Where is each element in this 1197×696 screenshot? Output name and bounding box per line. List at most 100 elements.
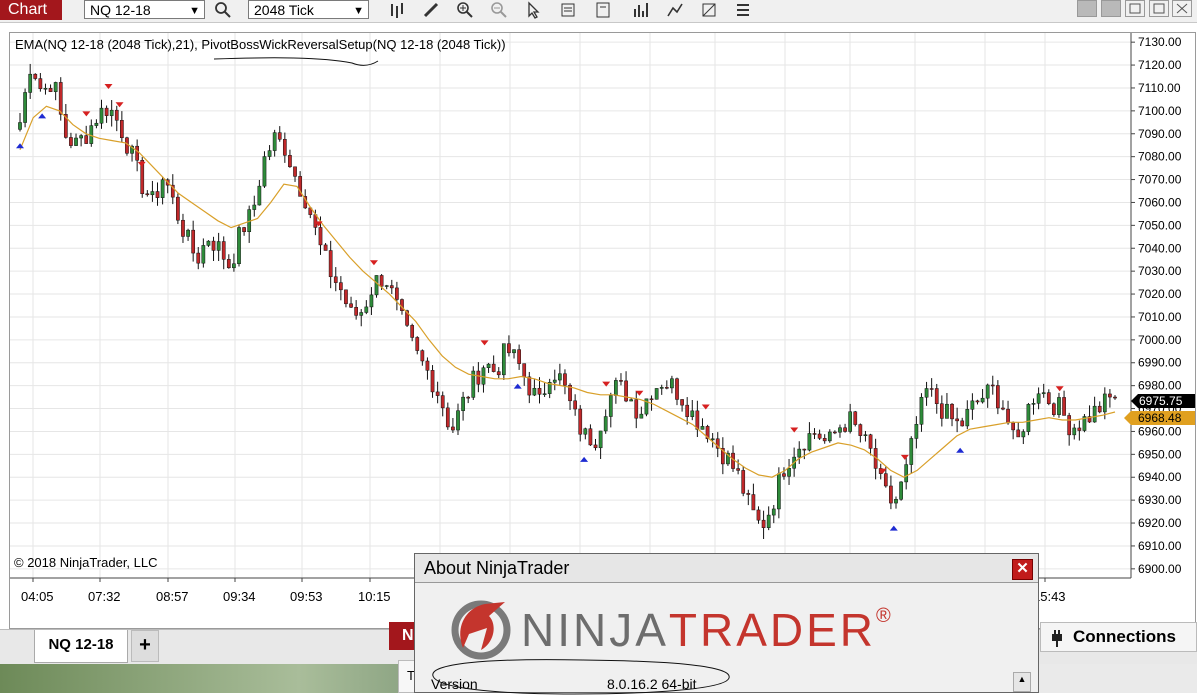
indicators-icon[interactable]	[630, 0, 652, 20]
candle-body	[583, 428, 588, 435]
add-tab-button[interactable]: +	[131, 630, 159, 662]
dialog-title: About NinjaTrader	[415, 554, 1038, 583]
candle-body	[232, 263, 236, 269]
tab-nq-12-18[interactable]: NQ 12-18	[34, 630, 128, 663]
candle-body	[929, 388, 934, 390]
y-tick-label: 7080.00	[1138, 150, 1182, 164]
candle-body	[272, 132, 277, 151]
x-tick-label: 04:05	[21, 589, 54, 604]
candle-body	[79, 135, 83, 139]
candle-body	[537, 387, 542, 395]
candle-body	[425, 360, 430, 371]
candle-body	[1031, 403, 1036, 405]
candle-body	[731, 452, 735, 469]
chevron-down-icon: ▼	[353, 5, 364, 17]
y-tick-label: 7060.00	[1138, 195, 1182, 209]
y-tick-label: 6920.00	[1138, 516, 1182, 530]
close-icon[interactable]: ✕	[1012, 559, 1033, 580]
candle-body	[766, 514, 771, 528]
candle-body	[359, 312, 364, 316]
x-tick-label: 10:15	[358, 589, 391, 604]
candle-body	[384, 285, 389, 287]
plug-icon	[1049, 629, 1065, 657]
candle-body	[349, 303, 353, 308]
y-tick-label: 7010.00	[1138, 310, 1182, 324]
candle-body	[1108, 393, 1112, 398]
sell-signal-marker	[900, 454, 909, 460]
minimize-window-button[interactable]	[1101, 0, 1121, 17]
candle-body	[700, 426, 705, 430]
candle-body	[1041, 392, 1046, 395]
properties-icon[interactable]	[732, 0, 754, 20]
maximize-button[interactable]	[1149, 0, 1169, 17]
candle-body	[496, 371, 501, 376]
candle-body	[242, 227, 246, 232]
candle-body	[267, 150, 272, 157]
bar-type-icon[interactable]	[386, 0, 408, 20]
dialog-scrollbar[interactable]: ▲	[1013, 672, 1031, 692]
pointer-icon[interactable]	[522, 0, 544, 20]
candle-body	[812, 433, 817, 435]
candle-body	[771, 508, 776, 516]
interval-selector[interactable]: 2048 Tick ▼	[248, 0, 369, 19]
chevron-down-icon: ▼	[189, 5, 200, 17]
zoom-in-icon[interactable]	[454, 0, 476, 20]
y-tick-label: 7000.00	[1138, 333, 1182, 347]
candle-body	[191, 229, 196, 254]
instrument-selector-value: NQ 12-18	[90, 2, 151, 18]
candle-body	[889, 485, 893, 504]
candle-body	[924, 388, 929, 398]
candle-body	[430, 370, 435, 393]
connections-button[interactable]: Connections	[1040, 622, 1197, 652]
candle-body	[945, 403, 949, 419]
candle-body	[822, 438, 827, 442]
candle-body	[1016, 429, 1021, 438]
candle-body	[389, 285, 394, 289]
y-tick-label: 6980.00	[1138, 379, 1182, 393]
candle-body	[339, 282, 343, 291]
candle-body	[328, 250, 333, 278]
sell-signal-marker	[369, 260, 378, 266]
chart-toolbar: Chart NQ 12-18 ▼ 2048 Tick ▼	[0, 0, 1197, 23]
candle-body	[257, 185, 262, 206]
data-box-icon[interactable]	[558, 0, 580, 20]
candle-body	[237, 227, 241, 265]
candle-body	[909, 438, 914, 465]
version-annotation-circle	[432, 659, 730, 695]
chart-panel[interactable]: 7130.00 7120.00 7110.00 7100.00 7090.00 7080.…	[10, 33, 1195, 609]
candle-body	[736, 468, 740, 471]
drawing-pencil-icon[interactable]	[420, 0, 442, 20]
candle-body	[603, 416, 608, 432]
candle-body	[206, 240, 211, 246]
chart-grid	[10, 33, 1130, 578]
templates-icon[interactable]	[698, 0, 720, 20]
candle-body	[262, 156, 267, 187]
version-row: Version 8.0.16.2 64-bit	[423, 659, 1013, 695]
strategies-icon[interactable]	[664, 0, 686, 20]
candle-body	[150, 191, 155, 196]
candle-body	[934, 388, 939, 404]
candle-body	[675, 378, 679, 400]
candle-body	[797, 448, 802, 458]
close-window-button[interactable]	[1172, 0, 1192, 17]
instrument-selector[interactable]: NQ 12-18 ▼	[84, 0, 205, 19]
candle-body	[48, 87, 53, 92]
about-dialog: About NinjaTrader ✕ NINJA TRADER ® Version…	[414, 553, 1039, 695]
candle-body	[634, 399, 639, 419]
candle-body	[985, 384, 990, 399]
candle-body	[573, 400, 577, 410]
x-tick-label: 09:34	[223, 589, 256, 604]
connections-label: Connections	[1073, 627, 1176, 646]
minimize-button[interactable]	[1077, 0, 1097, 17]
zoom-out-icon[interactable]	[488, 0, 510, 20]
restore-button[interactable]	[1125, 0, 1145, 17]
candle-body	[33, 73, 38, 79]
x-tick-label: 09:53	[290, 589, 323, 604]
candle-body	[1046, 392, 1051, 405]
chart-trader-icon[interactable]	[592, 0, 614, 20]
ninjatrader-control-center-tab[interactable]: N	[389, 622, 415, 650]
indicator-label: EMA(NQ 12-18 (2048 Tick),21), PivotBossW…	[15, 37, 506, 52]
candle-body	[1067, 415, 1072, 436]
candle-body	[1036, 393, 1041, 404]
search-icon[interactable]	[212, 0, 234, 20]
